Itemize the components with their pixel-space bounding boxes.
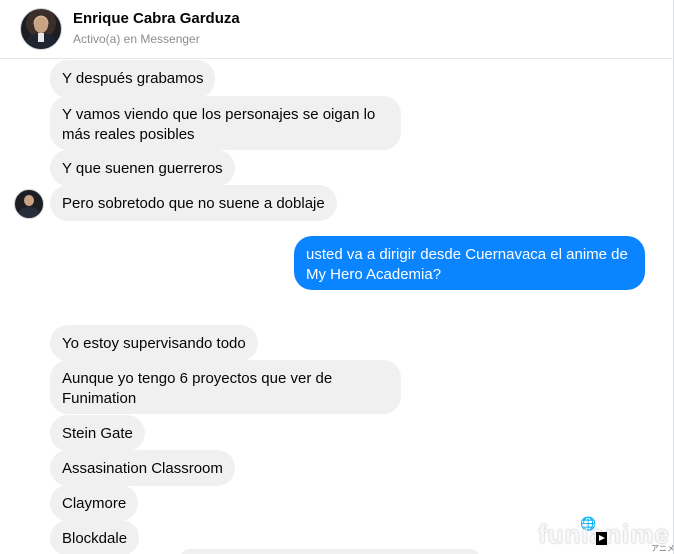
avatar-face: [24, 195, 34, 206]
message-bubble-incoming[interactable]: Aunque yo tengo 6 proyectos que ver de F…: [50, 360, 401, 414]
message-bubble-incoming[interactable]: Y después grabamos: [50, 60, 216, 98]
message-bubble-partial[interactable]: [180, 549, 480, 554]
message-list[interactable]: Y después grabamos Y vamos viendo que lo…: [0, 59, 673, 554]
contact-message-avatar[interactable]: [14, 189, 44, 219]
message-bubble-incoming[interactable]: Y vamos viendo que los personajes se oig…: [50, 96, 401, 150]
message-bubble-incoming[interactable]: Yo estoy supervisando todo: [50, 325, 258, 361]
avatar-body: [18, 207, 40, 218]
message-bubble-incoming[interactable]: Assasination Classroom: [50, 450, 235, 486]
play-icon: [596, 532, 607, 545]
contact-status: Activo(a) en Messenger: [73, 32, 200, 46]
messenger-chat-window: Enrique Cabra Garduza Activo(a) en Messe…: [0, 0, 674, 554]
watermark-subtext: アニメ: [651, 544, 674, 553]
avatar-collar: [38, 33, 44, 42]
chat-header: Enrique Cabra Garduza Activo(a) en Messe…: [0, 0, 674, 59]
contact-name[interactable]: Enrique Cabra Garduza: [73, 10, 240, 27]
contact-avatar[interactable]: [20, 8, 62, 50]
message-bubble-outgoing[interactable]: usted va a dirigir desde Cuernavaca el a…: [294, 236, 645, 290]
message-bubble-incoming[interactable]: Claymore: [50, 485, 139, 521]
message-bubble-incoming[interactable]: Y que suenen guerreros: [50, 150, 235, 186]
message-bubble-incoming[interactable]: Blockdale: [50, 520, 140, 554]
message-bubble-incoming[interactable]: Pero sobretodo que no suene a doblaje: [50, 185, 337, 221]
message-bubble-incoming[interactable]: Stein Gate: [50, 415, 145, 451]
avatar-face: [34, 17, 48, 33]
